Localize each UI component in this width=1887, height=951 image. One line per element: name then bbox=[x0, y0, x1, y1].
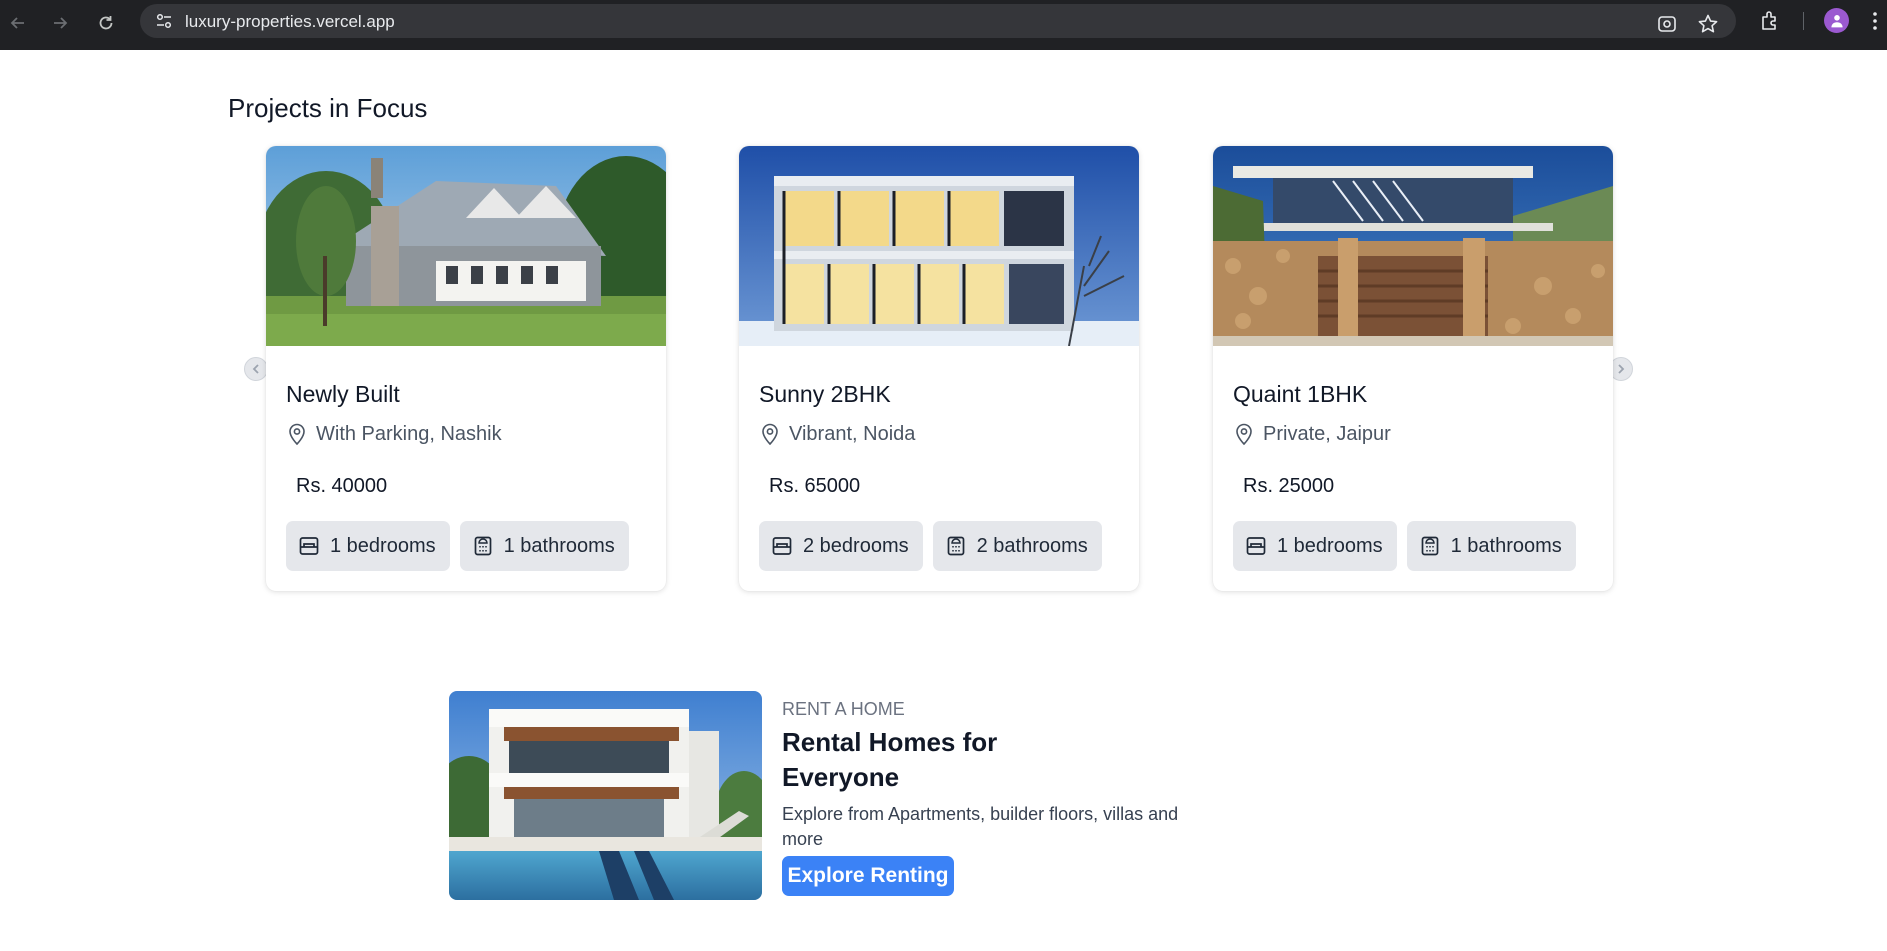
card-location-text: With Parking, Nashik bbox=[316, 422, 502, 445]
back-button[interactable] bbox=[4, 9, 32, 37]
map-pin-icon bbox=[1236, 423, 1252, 446]
card-title: Sunny 2BHK bbox=[759, 381, 891, 407]
toolbar-divider bbox=[1803, 12, 1804, 30]
card-price: Rs. 40000 bbox=[296, 475, 388, 497]
card-title: Quaint 1BHK bbox=[1233, 381, 1368, 407]
chevron-right-icon bbox=[1618, 364, 1625, 374]
card-location: With Parking, Nashik bbox=[286, 422, 502, 446]
forward-button[interactable] bbox=[46, 9, 74, 37]
more-menu-icon[interactable] bbox=[1870, 10, 1880, 32]
card-title: Newly Built bbox=[286, 381, 400, 407]
rent-title: Rental Homes for Everyone bbox=[782, 727, 998, 792]
lens-search-icon[interactable] bbox=[1656, 13, 1678, 35]
bathroom-icon bbox=[947, 536, 964, 556]
address-bar[interactable]: luxury-properties.vercel.app bbox=[140, 4, 1736, 38]
bathrooms-chip: 1 bathrooms bbox=[459, 521, 629, 571]
card-price: Rs. 25000 bbox=[1243, 475, 1335, 497]
bathrooms-text: 2 bathrooms bbox=[976, 534, 1088, 557]
property-card[interactable]: Quaint 1BHK Private, Jaipur Rs. 25000 1 … bbox=[1213, 146, 1613, 591]
bedrooms-text: 1 bedrooms bbox=[1277, 534, 1383, 557]
rent-eyebrow: RENT A HOME bbox=[782, 699, 905, 719]
bedrooms-text: 2 bedrooms bbox=[803, 534, 909, 557]
map-pin-icon bbox=[289, 423, 305, 446]
bathrooms-chip: 1 bathrooms bbox=[1406, 521, 1576, 571]
incognito-icon bbox=[1830, 14, 1843, 27]
bathrooms-text: 1 bathrooms bbox=[1450, 534, 1562, 557]
explore-renting-button[interactable]: Explore Renting bbox=[782, 856, 954, 896]
rental-home-image bbox=[449, 691, 762, 900]
property-photo bbox=[739, 146, 1139, 346]
card-location: Private, Jaipur bbox=[1233, 422, 1391, 446]
property-photo bbox=[266, 146, 666, 346]
forward-arrow-icon bbox=[54, 17, 68, 29]
card-location-text: Vibrant, Noida bbox=[789, 422, 916, 445]
card-price: Rs. 65000 bbox=[769, 475, 861, 497]
card-location-text: Private, Jaipur bbox=[1263, 422, 1391, 445]
bedrooms-text: 1 bedrooms bbox=[330, 534, 436, 557]
url-text: luxury-properties.vercel.app bbox=[185, 12, 395, 31]
bathroom-icon bbox=[474, 536, 491, 556]
reload-button[interactable] bbox=[92, 9, 120, 37]
card-features: 2 bedrooms 2 bathrooms bbox=[759, 521, 1102, 571]
bathrooms-text: 1 bathrooms bbox=[503, 534, 615, 557]
bookmark-star-icon[interactable] bbox=[1697, 13, 1719, 35]
bed-icon bbox=[299, 537, 319, 555]
browser-toolbar: luxury-properties.vercel.app bbox=[0, 0, 1887, 50]
profile-avatar[interactable] bbox=[1824, 8, 1849, 33]
card-location: Vibrant, Noida bbox=[759, 422, 915, 446]
bedrooms-chip: 2 bedrooms bbox=[759, 521, 923, 571]
bathrooms-chip: 2 bathrooms bbox=[932, 521, 1102, 571]
bathroom-icon bbox=[1421, 536, 1438, 556]
bedrooms-chip: 1 bedrooms bbox=[286, 521, 450, 571]
rent-banner-photo bbox=[449, 691, 762, 900]
bed-icon bbox=[772, 537, 792, 555]
property-photo bbox=[1213, 146, 1613, 346]
extensions-icon[interactable] bbox=[1758, 9, 1782, 33]
carousel-prev-button[interactable] bbox=[244, 357, 268, 381]
card-features: 1 bedrooms 1 bathrooms bbox=[1233, 521, 1576, 571]
property-card[interactable]: Newly Built With Parking, Nashik Rs. 400… bbox=[266, 146, 666, 591]
map-pin-icon bbox=[762, 423, 778, 446]
chevron-left-icon bbox=[252, 364, 259, 374]
bedrooms-chip: 1 bedrooms bbox=[1233, 521, 1397, 571]
section-title: Projects in Focus bbox=[228, 93, 428, 123]
property-card[interactable]: Sunny 2BHK Vibrant, Noida Rs. 65000 2 be… bbox=[739, 146, 1139, 591]
bed-icon bbox=[1246, 537, 1266, 555]
rent-description: Explore from Apartments, builder floors,… bbox=[782, 804, 1179, 849]
card-features: 1 bedrooms 1 bathrooms bbox=[286, 521, 629, 571]
reload-icon bbox=[99, 16, 113, 30]
site-settings-icon[interactable] bbox=[154, 11, 174, 31]
back-arrow-icon bbox=[10, 17, 24, 29]
